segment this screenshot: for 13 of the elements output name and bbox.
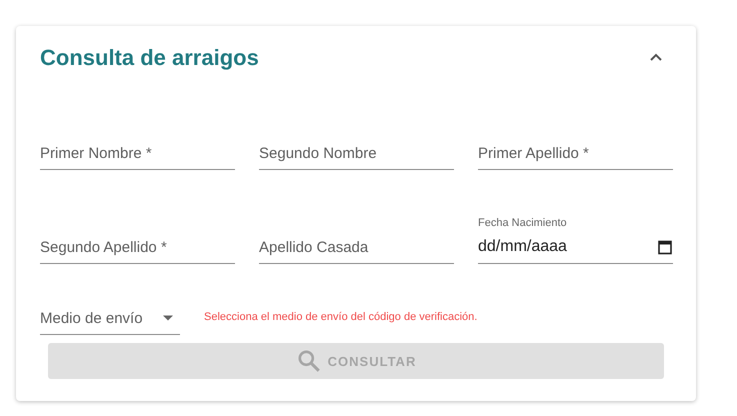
- input-field[interactable]: Primer Nombre *: [40, 137, 235, 170]
- date-field[interactable]: dd/mm/aaaa: [478, 231, 673, 264]
- input-field[interactable]: Apellido Casada: [259, 231, 454, 264]
- send-method-select[interactable]: Medio de envío: [40, 302, 180, 335]
- calendar-icon[interactable]: [657, 239, 673, 255]
- search-icon: [296, 348, 322, 374]
- input-field[interactable]: Segundo Nombre: [259, 137, 454, 170]
- error-message: Selecciona el medio de envío del código de verificación.: [204, 310, 478, 322]
- panel-title: Consulta de arraigos: [40, 45, 259, 71]
- input-field[interactable]: Segundo Apellido *: [40, 231, 235, 264]
- input-field[interactable]: Primer Apellido *: [478, 137, 673, 170]
- dropdown-caret-icon: [162, 314, 174, 322]
- field-label: Fecha Nacimiento: [478, 217, 568, 229]
